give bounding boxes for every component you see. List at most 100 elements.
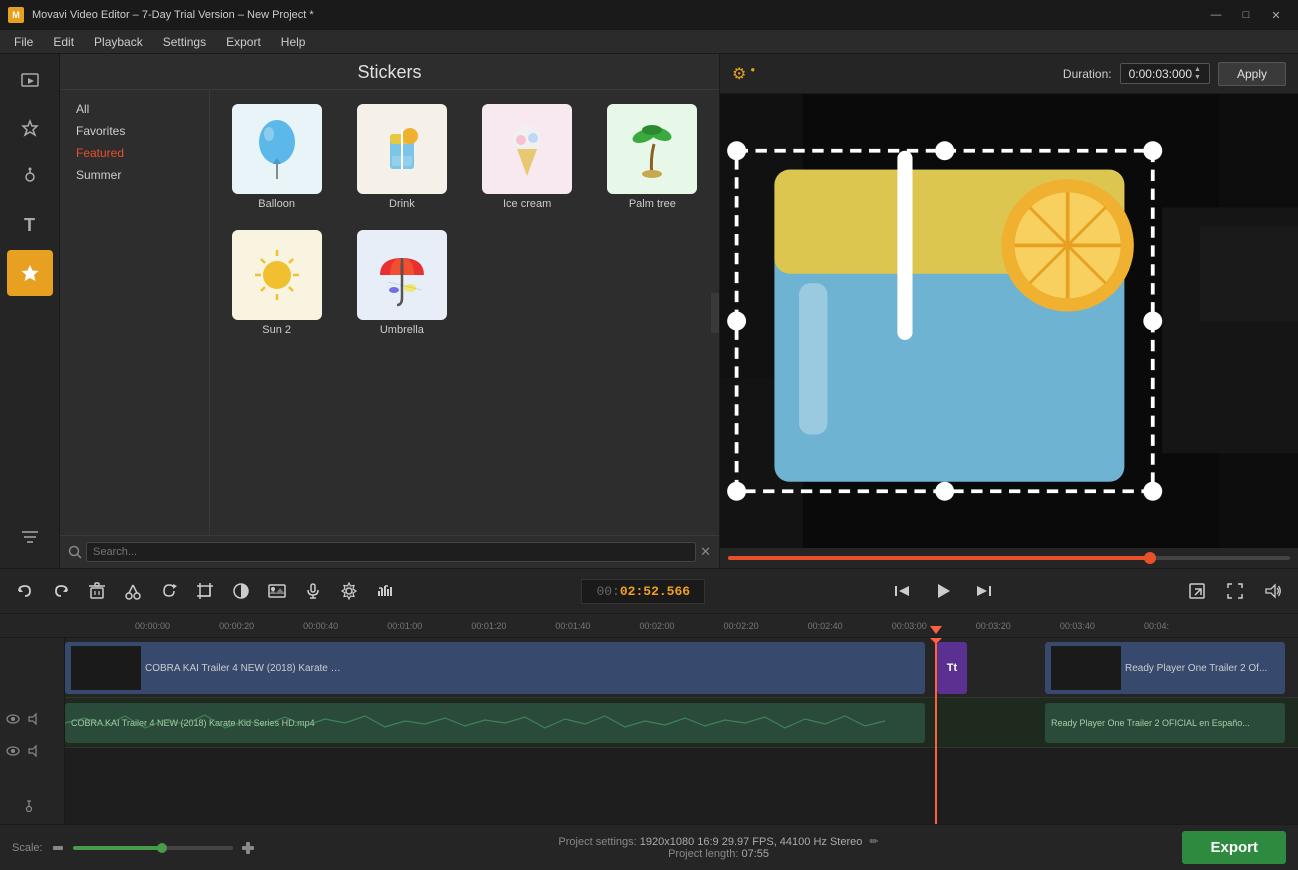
sticker-search-bar: ✕ bbox=[60, 535, 719, 568]
audio-track: COBRA KAI Trailer 4 NEW (2018) Karate Ki… bbox=[65, 698, 1298, 748]
preview-canvas[interactable] bbox=[720, 94, 1298, 548]
clip-thumbnail-1 bbox=[71, 646, 141, 690]
menu-file[interactable]: File bbox=[4, 32, 43, 52]
left-controls bbox=[8, 574, 402, 608]
duration-area: Duration: 0:00:03:000 ▲ ▼ Apply bbox=[1063, 62, 1286, 86]
minimize-btn[interactable]: — bbox=[1202, 5, 1230, 25]
project-settings-value: 1920x1080 16:9 29.97 FPS, 44100 Hz Stere… bbox=[640, 836, 863, 848]
sticker-grid-wrapper: Balloon bbox=[210, 90, 719, 535]
timeline-ruler: 00:00:00 00:00:20 00:00:40 00:01:00 00:0… bbox=[0, 614, 1298, 638]
timecode-display: 00:02:52.566 bbox=[581, 579, 705, 604]
sticker-balloon[interactable]: Balloon bbox=[218, 98, 335, 216]
video-clip-2[interactable]: Ready Player One Trailer 2 Of... bbox=[1045, 642, 1285, 694]
progress-fill bbox=[728, 556, 1150, 560]
eye-btn[interactable] bbox=[4, 710, 22, 728]
redo-btn[interactable] bbox=[44, 574, 78, 608]
sticker-sun2-thumb bbox=[232, 230, 322, 320]
maximize-btn[interactable]: □ bbox=[1232, 5, 1260, 25]
sticker-sun2-label: Sun 2 bbox=[262, 324, 291, 336]
undo-btn[interactable] bbox=[8, 574, 42, 608]
duration-down-arrow[interactable]: ▼ bbox=[1194, 74, 1201, 82]
sticker-search-input[interactable] bbox=[86, 542, 696, 562]
image-overlay-btn[interactable] bbox=[260, 574, 294, 608]
voiceover-btn[interactable] bbox=[296, 574, 330, 608]
scale-thumb[interactable] bbox=[157, 843, 167, 853]
mute-audio-btn[interactable] bbox=[26, 742, 44, 760]
video-clip-1[interactable]: COBRA KAI Trailer 4 NEW (2018) Karate Ki… bbox=[65, 642, 925, 694]
scale-track[interactable] bbox=[73, 846, 233, 850]
eye-audio-btn[interactable] bbox=[4, 742, 22, 760]
playhead-ruler-indicator bbox=[930, 626, 942, 634]
skip-to-end-btn[interactable] bbox=[967, 574, 1001, 608]
video-track-controls bbox=[4, 710, 60, 728]
search-clear-btn[interactable]: ✕ bbox=[700, 544, 711, 560]
progress-thumb[interactable] bbox=[1144, 552, 1156, 564]
clip-label-1: COBRA KAI Trailer 4 NEW (2018) Karate Ki… bbox=[145, 663, 345, 674]
media-btn[interactable] bbox=[7, 58, 53, 104]
apply-button[interactable]: Apply bbox=[1218, 62, 1286, 86]
menu-help[interactable]: Help bbox=[271, 32, 316, 52]
scale-fill bbox=[73, 846, 161, 850]
category-featured[interactable]: Featured bbox=[68, 142, 201, 164]
category-summer[interactable]: Summer bbox=[68, 164, 201, 186]
add-audio-btn[interactable] bbox=[22, 799, 36, 816]
sticker-icecream[interactable]: Ice cream bbox=[469, 98, 586, 216]
scale-max-icon bbox=[241, 841, 255, 855]
audio-effects-btn[interactable] bbox=[368, 574, 402, 608]
skip-to-start-btn[interactable] bbox=[885, 574, 919, 608]
duration-value-field[interactable]: 0:00:03:000 ▲ ▼ bbox=[1120, 63, 1210, 84]
play-pause-btn[interactable] bbox=[923, 571, 963, 611]
export-button[interactable]: Export bbox=[1182, 831, 1286, 864]
sticker-palmtree[interactable]: Palm tree bbox=[594, 98, 711, 216]
menu-settings[interactable]: Settings bbox=[153, 32, 216, 52]
project-info: Project settings: 1920x1080 16:9 29.97 F… bbox=[558, 835, 878, 860]
delete-btn[interactable] bbox=[80, 574, 114, 608]
ruler-mark-3: 00:01:00 bbox=[387, 621, 471, 631]
menu-playback[interactable]: Playback bbox=[84, 32, 153, 52]
category-favorites[interactable]: Favorites bbox=[68, 120, 201, 142]
collapse-panel-btn[interactable]: ‹ bbox=[711, 293, 719, 333]
sticker-balloon-label: Balloon bbox=[258, 198, 295, 210]
project-length-value: 07:55 bbox=[741, 848, 769, 860]
ruler-mark-11: 00:03:40 bbox=[1060, 621, 1144, 631]
project-settings-line: Project settings: 1920x1080 16:9 29.97 F… bbox=[558, 835, 878, 848]
cut-btn[interactable] bbox=[116, 574, 150, 608]
text-btn[interactable]: T bbox=[7, 202, 53, 248]
category-all[interactable]: All bbox=[68, 98, 201, 120]
color-btn[interactable] bbox=[224, 574, 258, 608]
menu-export[interactable]: Export bbox=[216, 32, 271, 52]
filters-btn[interactable] bbox=[7, 514, 53, 560]
scale-min-icon bbox=[51, 841, 65, 855]
menu-edit[interactable]: Edit bbox=[43, 32, 84, 52]
audio-clip-1[interactable]: COBRA KAI Trailer 4 NEW (2018) Karate Ki… bbox=[65, 703, 925, 743]
title-overlay-clip[interactable]: Tt bbox=[937, 642, 967, 694]
stickers-btn[interactable] bbox=[7, 250, 53, 296]
left-sidebar: T bbox=[0, 54, 60, 568]
sticker-palmtree-thumb bbox=[607, 104, 697, 194]
edit-settings-icon[interactable]: ✏ bbox=[869, 836, 878, 848]
export-frame-btn[interactable] bbox=[1180, 574, 1214, 608]
sticker-drink[interactable]: Drink bbox=[343, 98, 460, 216]
audio-clip-2[interactable]: Ready Player One Trailer 2 OFICIAL en Es… bbox=[1045, 703, 1285, 743]
playhead-triangle bbox=[928, 638, 944, 644]
sticker-sun2[interactable]: Sun 2 bbox=[218, 224, 335, 342]
fullscreen-btn[interactable] bbox=[1218, 574, 1252, 608]
audio-track-controls bbox=[4, 742, 60, 760]
sticker-icecream-label: Ice cream bbox=[503, 198, 551, 210]
playback-bar bbox=[720, 548, 1298, 568]
duration-spinner[interactable]: ▲ ▼ bbox=[1194, 66, 1201, 81]
project-settings-btn[interactable] bbox=[332, 574, 366, 608]
audio-btn[interactable] bbox=[7, 154, 53, 200]
crop-btn[interactable] bbox=[188, 574, 222, 608]
volume-btn[interactable] bbox=[1256, 574, 1290, 608]
duration-up-arrow[interactable]: ▲ bbox=[1194, 66, 1201, 74]
ruler-mark-8: 00:02:40 bbox=[808, 621, 892, 631]
mute-video-btn[interactable] bbox=[26, 710, 44, 728]
close-btn[interactable]: ✕ bbox=[1262, 5, 1290, 25]
settings-gear-icon[interactable]: ⚙ bbox=[732, 64, 746, 84]
sticker-umbrella[interactable]: Umbrella bbox=[343, 224, 460, 342]
sticker-panel-title: Stickers bbox=[60, 54, 719, 90]
progress-track[interactable] bbox=[728, 556, 1290, 560]
fx-btn[interactable] bbox=[7, 106, 53, 152]
rotate-btn[interactable] bbox=[152, 574, 186, 608]
